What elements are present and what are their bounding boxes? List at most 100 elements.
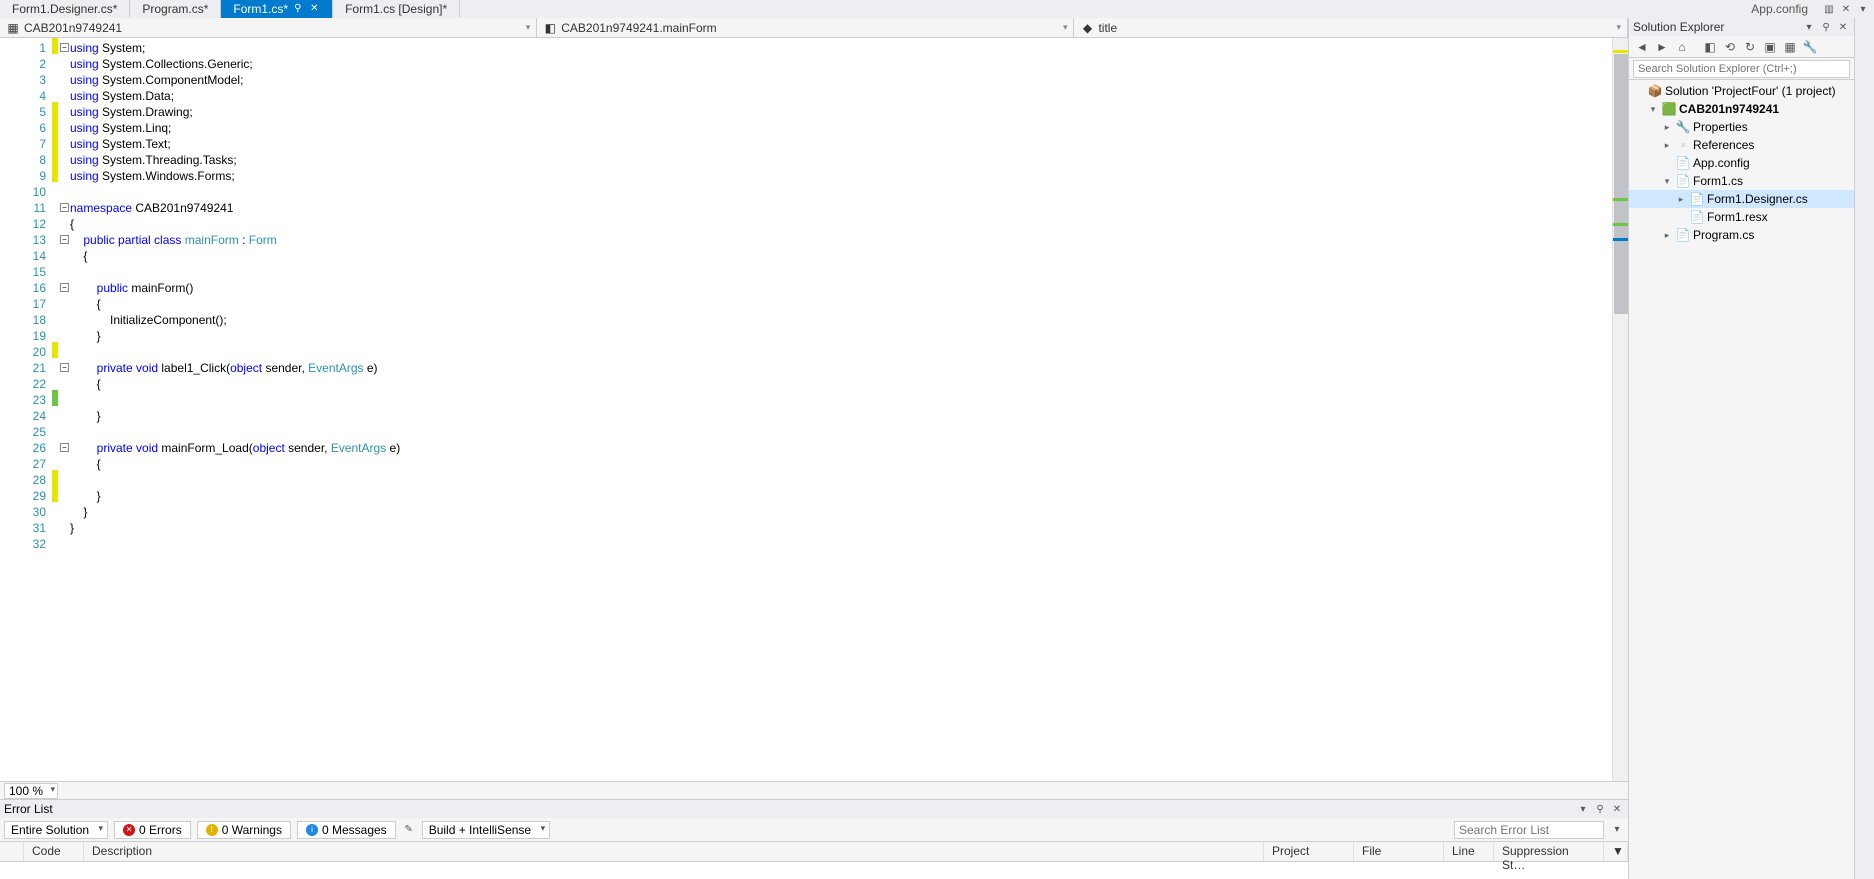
tree-node-label: References: [1693, 138, 1754, 152]
tree-node-label: Program.cs: [1693, 228, 1754, 242]
window-menu-icon[interactable]: ▾: [1576, 802, 1590, 816]
solution-tree[interactable]: 📦Solution 'ProjectFour' (1 project)▾🟩CAB…: [1629, 80, 1854, 879]
pin-icon[interactable]: ⚲: [1593, 802, 1607, 816]
expander-icon[interactable]: ▸: [1675, 194, 1687, 205]
tree-node[interactable]: ▸📄Form1.Designer.cs: [1629, 190, 1854, 208]
preview-tab-appconfig[interactable]: App.config: [1741, 1, 1818, 17]
tree-node[interactable]: ▸📄Program.cs: [1629, 226, 1854, 244]
tree-node[interactable]: ▸🔧Properties: [1629, 118, 1854, 136]
col-code[interactable]: Code: [24, 842, 84, 861]
nav-project-combo[interactable]: ▦ CAB201n9749241 ▾: [0, 18, 537, 37]
file-icon: 📄: [1675, 228, 1691, 242]
file-icon: 🔧: [1675, 120, 1691, 134]
promote-icon[interactable]: ▥: [1822, 2, 1836, 16]
tree-node-label: Form1.resx: [1707, 210, 1768, 224]
solution-explorer-title-bar[interactable]: Solution Explorer ▾ ⚲ ✕: [1629, 18, 1854, 36]
dropdown-icon[interactable]: ▾: [1856, 2, 1870, 16]
solution-search-input[interactable]: [1633, 60, 1850, 78]
scope-icon[interactable]: ◧: [1701, 38, 1719, 56]
col-description[interactable]: Description: [84, 842, 1264, 861]
tree-node[interactable]: 📄App.config: [1629, 154, 1854, 172]
search-dropdown-icon[interactable]: ▾: [1610, 823, 1624, 837]
file-icon: 🟩: [1661, 102, 1677, 116]
file-icon: 📄: [1689, 192, 1705, 206]
tab-form1-designer[interactable]: Form1.Designer.cs*: [0, 0, 130, 18]
close-preview-icon[interactable]: ✕: [1839, 2, 1853, 16]
warnings-filter-button[interactable]: !0 Warnings: [197, 821, 291, 839]
outline-toggle[interactable]: −: [60, 43, 69, 52]
errors-filter-button[interactable]: ✕0 Errors: [114, 821, 191, 839]
class-icon: ◧: [543, 21, 557, 35]
zoom-combo[interactable]: 100 %: [4, 783, 58, 799]
close-icon[interactable]: ✕: [310, 4, 320, 14]
close-icon[interactable]: ✕: [1610, 802, 1624, 816]
error-list-search-input[interactable]: [1454, 821, 1604, 839]
outline-toggle[interactable]: −: [60, 203, 69, 212]
col-suppression[interactable]: Suppression St…: [1494, 842, 1604, 861]
error-scope-combo[interactable]: Entire Solution: [4, 821, 108, 839]
code-editor[interactable]: 1234567891011121314151617181920212223242…: [0, 38, 1628, 781]
sync-icon[interactable]: ⟲: [1721, 38, 1739, 56]
scroll-caret-marker: [1613, 238, 1628, 241]
scroll-change-marker: [1613, 50, 1628, 53]
collapse-all-icon[interactable]: ▣: [1761, 38, 1779, 56]
error-scope-label: Entire Solution: [11, 823, 89, 837]
show-all-icon[interactable]: ▦: [1781, 38, 1799, 56]
tab-form1-cs[interactable]: Form1.cs* ⚲ ✕: [221, 0, 333, 18]
messages-filter-button[interactable]: i0 Messages: [297, 821, 396, 839]
error-list-panel: Error List ▾ ⚲ ✕ Entire Solution ✕0 Erro…: [0, 799, 1628, 879]
window-menu-icon[interactable]: ▾: [1802, 20, 1816, 34]
editor-zoom-bar: 100 %: [0, 781, 1628, 799]
tree-node-label: Form1.cs: [1693, 174, 1743, 188]
back-icon[interactable]: ◄: [1633, 38, 1651, 56]
pin-icon[interactable]: ⚲: [1819, 20, 1833, 34]
col-icon[interactable]: [0, 842, 24, 861]
outlining-margin[interactable]: − − − − − −: [58, 38, 70, 781]
clear-filter-icon[interactable]: ✎: [402, 823, 416, 837]
tab-form1-design[interactable]: Form1.cs [Design]*: [333, 0, 460, 18]
properties-icon[interactable]: 🔧: [1801, 38, 1819, 56]
col-line[interactable]: Line: [1444, 842, 1494, 861]
tab-program[interactable]: Program.cs*: [130, 0, 221, 18]
expander-icon[interactable]: ▸: [1661, 140, 1673, 151]
scroll-thumb[interactable]: [1614, 54, 1628, 314]
tree-node[interactable]: ▾🟩CAB201n9749241: [1629, 100, 1854, 118]
error-list-header[interactable]: Error List ▾ ⚲ ✕: [0, 800, 1628, 818]
tree-node[interactable]: 📦Solution 'ProjectFour' (1 project): [1629, 82, 1854, 100]
tree-node[interactable]: ▸▫️References: [1629, 136, 1854, 154]
code-text[interactable]: using System;using System.Collections.Ge…: [70, 38, 1612, 781]
col-filter-icon[interactable]: ▼: [1604, 842, 1628, 861]
home-icon[interactable]: ⌂: [1673, 38, 1691, 56]
expander-icon[interactable]: ▸: [1661, 230, 1673, 241]
error-icon: ✕: [123, 824, 135, 836]
csharp-project-icon: ▦: [6, 21, 20, 35]
scroll-change-marker: [1613, 223, 1628, 226]
tree-node-label: Form1.Designer.cs: [1707, 192, 1808, 206]
vertical-scrollbar[interactable]: [1612, 38, 1628, 781]
tree-node[interactable]: ▾📄Form1.cs: [1629, 172, 1854, 190]
nav-class-combo[interactable]: ◧ CAB201n9749241.mainForm ▾: [537, 18, 1074, 37]
solution-explorer-search: [1629, 58, 1854, 80]
outline-toggle[interactable]: −: [60, 363, 69, 372]
forward-icon[interactable]: ►: [1653, 38, 1671, 56]
tree-node[interactable]: 📄Form1.resx: [1629, 208, 1854, 226]
expander-icon[interactable]: ▾: [1661, 176, 1673, 187]
nav-member-combo[interactable]: ◆ title ▾: [1074, 18, 1628, 37]
col-project[interactable]: Project: [1264, 842, 1354, 861]
col-file[interactable]: File: [1354, 842, 1444, 861]
file-icon: 📄: [1689, 210, 1705, 224]
error-list-columns: Code Description Project File Line Suppr…: [0, 842, 1628, 862]
outline-toggle[interactable]: −: [60, 443, 69, 452]
outline-toggle[interactable]: −: [60, 235, 69, 244]
error-list-toolbar: Entire Solution ✕0 Errors !0 Warnings i0…: [0, 818, 1628, 842]
solution-explorer-title: Solution Explorer: [1633, 20, 1724, 34]
right-side-collapsed-tab[interactable]: [1854, 18, 1874, 879]
close-icon[interactable]: ✕: [1836, 20, 1850, 34]
outline-toggle[interactable]: −: [60, 283, 69, 292]
pin-icon[interactable]: ⚲: [294, 4, 304, 14]
editor-tab-strip: Form1.Designer.cs* Program.cs* Form1.cs*…: [0, 0, 1874, 18]
expander-icon[interactable]: ▸: [1661, 122, 1673, 133]
build-intellisense-combo[interactable]: Build + IntelliSense: [422, 821, 550, 839]
refresh-icon[interactable]: ↻: [1741, 38, 1759, 56]
expander-icon[interactable]: ▾: [1647, 104, 1659, 115]
